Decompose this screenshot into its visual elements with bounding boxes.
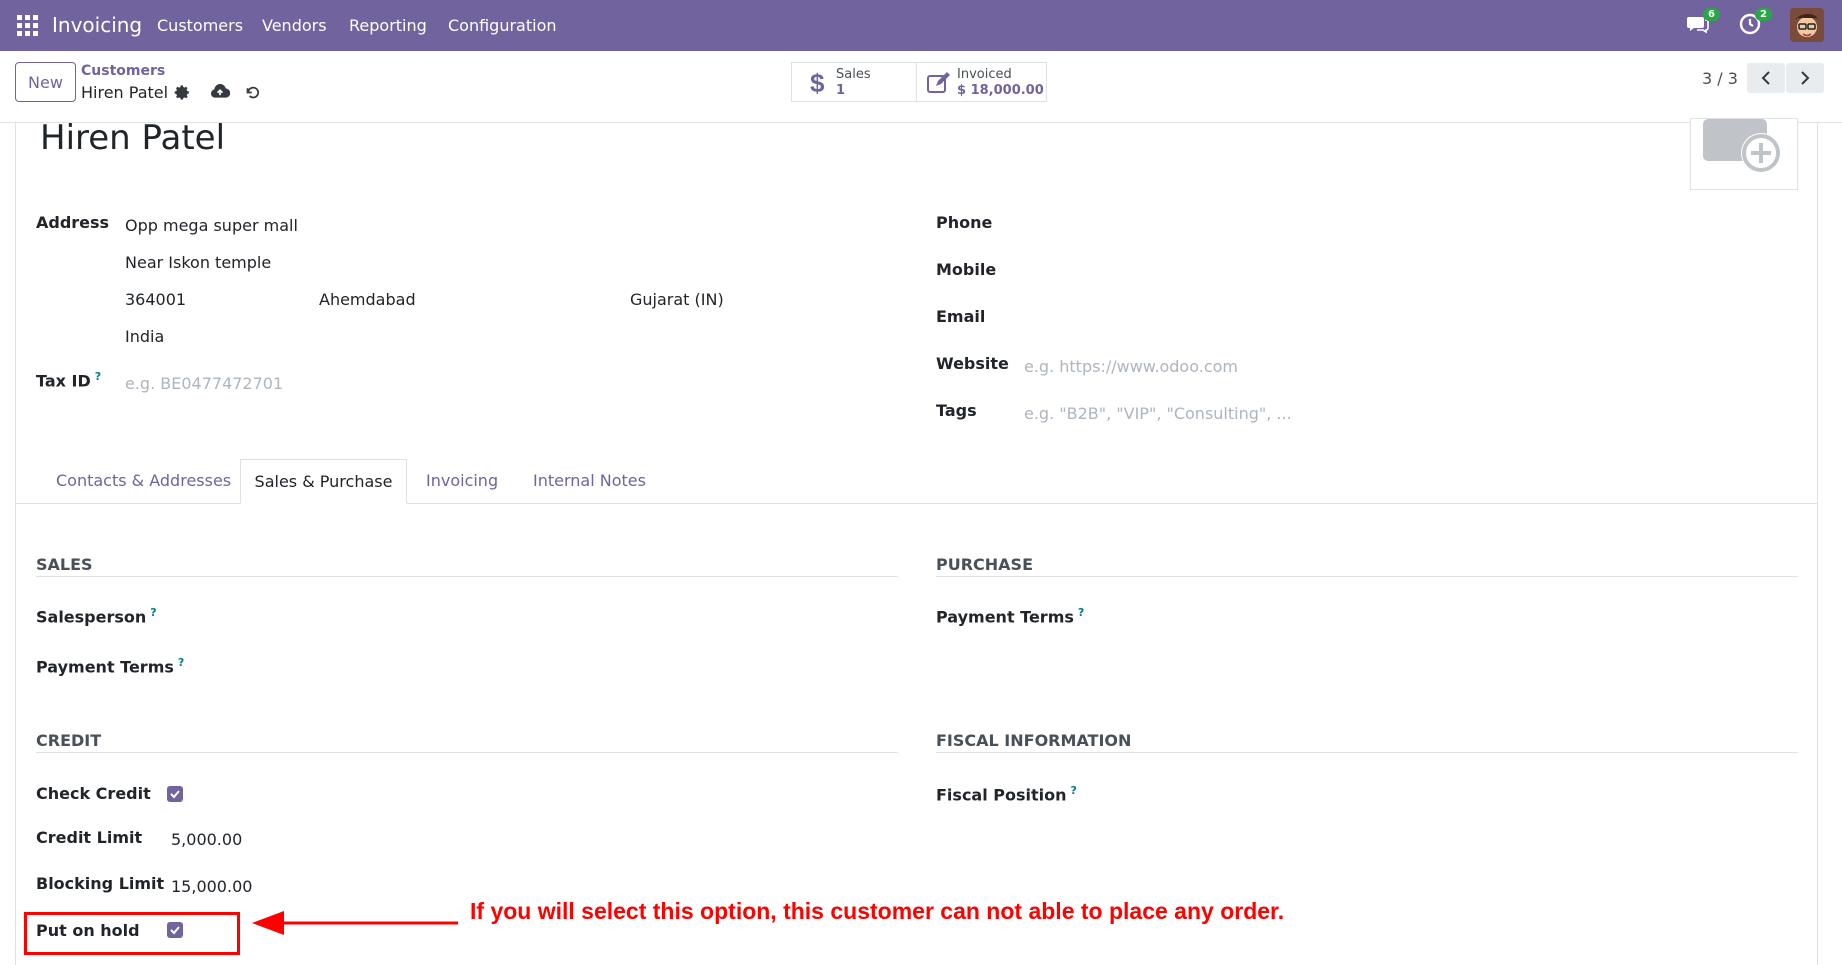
camera-plus-icon: [1703, 119, 1781, 173]
new-button[interactable]: New: [15, 62, 76, 102]
form-sheet: [15, 123, 1818, 965]
app-name[interactable]: Invoicing: [52, 13, 142, 37]
invoiced-stat-value: $ 18,000.00: [957, 83, 1044, 98]
messages-badge: 6: [1703, 8, 1720, 21]
sales-stat-value: 1: [836, 83, 846, 98]
credit-limit-label: Credit Limit: [36, 828, 143, 847]
help-tooltip-icon[interactable]: ?: [150, 606, 156, 619]
tags-label: Tags: [936, 401, 977, 420]
help-tooltip-icon[interactable]: ?: [95, 370, 101, 383]
breadcrumb-parent[interactable]: Customers: [81, 63, 165, 79]
help-tooltip-icon[interactable]: ?: [1078, 606, 1084, 619]
activities-badge: 2: [1755, 8, 1772, 21]
user-avatar[interactable]: [1790, 8, 1824, 42]
address-label: Address: [36, 213, 110, 232]
blocking-limit-label: Blocking Limit: [36, 874, 165, 893]
gear-icon[interactable]: [174, 84, 192, 102]
state-field[interactable]: Gujarat (IN): [630, 290, 724, 309]
breadcrumb-current: Hiren Patel: [81, 83, 169, 102]
check-credit-checkbox[interactable]: [167, 786, 183, 802]
purchase-section-title: PURCHASE: [936, 555, 1034, 574]
city-field[interactable]: Ahemdabad: [319, 290, 416, 309]
sales-divider: [36, 576, 898, 577]
discard-undo-icon[interactable]: [244, 84, 262, 102]
sales-stat-button[interactable]: $ Sales 1: [791, 62, 917, 102]
street2-field[interactable]: Near Iskon temple: [125, 253, 271, 272]
tab-contacts-addresses[interactable]: Contacts & Addresses: [56, 471, 231, 490]
sales-payment-terms-label: Payment Terms?: [36, 656, 185, 677]
purchase-divider: [936, 576, 1798, 577]
apps-menu-icon[interactable]: [17, 15, 38, 36]
messages-icon[interactable]: 6: [1686, 8, 1720, 38]
highlight-box: [24, 912, 240, 955]
credit-limit-field[interactable]: 5,000.00: [171, 830, 242, 849]
pager-previous-button[interactable]: [1747, 63, 1785, 93]
help-tooltip-icon[interactable]: ?: [1071, 784, 1077, 797]
svg-text:$: $: [810, 70, 825, 96]
chevron-right-icon: [1801, 71, 1810, 85]
invoiced-stat-button[interactable]: Invoiced $ 18,000.00: [916, 62, 1047, 102]
top-navbar: Invoicing Customers Vendors Reporting Co…: [0, 0, 1842, 51]
website-label: Website: [936, 354, 1009, 373]
chevron-left-icon: [1761, 71, 1770, 85]
menu-customers[interactable]: Customers: [157, 16, 243, 35]
tax-id-field[interactable]: e.g. BE0477472701: [125, 374, 283, 393]
menu-configuration[interactable]: Configuration: [448, 16, 557, 35]
checkmark-icon: [170, 790, 180, 799]
fiscal-section-title: FISCAL INFORMATION: [936, 731, 1132, 750]
tax-id-label: Tax ID?: [36, 370, 102, 391]
street-field[interactable]: Opp mega super mall: [125, 216, 298, 235]
country-field[interactable]: India: [125, 327, 164, 346]
tags-field[interactable]: e.g. "B2B", "VIP", "Consulting", ...: [1024, 404, 1292, 423]
sales-section-title: SALES: [36, 555, 93, 574]
invoiced-stat-label: Invoiced: [957, 67, 1012, 82]
credit-section-title: CREDIT: [36, 731, 102, 750]
zip-field[interactable]: 364001: [125, 290, 186, 309]
activities-clock-icon[interactable]: 2: [1738, 8, 1772, 38]
website-field[interactable]: e.g. https://www.odoo.com: [1024, 357, 1238, 376]
menu-vendors[interactable]: Vendors: [262, 16, 327, 35]
check-credit-label: Check Credit: [36, 784, 151, 803]
sales-stat-label: Sales: [836, 67, 871, 82]
credit-divider: [36, 752, 898, 753]
pager-next-button[interactable]: [1786, 63, 1824, 93]
tab-sales-purchase[interactable]: Sales & Purchase: [240, 459, 407, 504]
annotation-text: If you will select this option, this cus…: [470, 898, 1285, 924]
fiscal-divider: [936, 752, 1798, 753]
tab-invoicing[interactable]: Invoicing: [426, 471, 498, 490]
fiscal-position-label: Fiscal Position?: [936, 784, 1077, 805]
partner-name[interactable]: Hiren Patel: [40, 118, 225, 158]
email-label: Email: [936, 307, 986, 326]
mobile-label: Mobile: [936, 260, 997, 279]
annotation-arrow-icon: [252, 911, 458, 935]
control-panel: New Customers Hiren Patel $ Sales 1 Invo…: [0, 51, 1842, 123]
phone-label: Phone: [936, 213, 993, 232]
save-cloud-icon[interactable]: [210, 82, 231, 100]
salesperson-label: Salesperson?: [36, 606, 157, 627]
tab-internal-notes[interactable]: Internal Notes: [533, 471, 646, 490]
help-tooltip-icon[interactable]: ?: [178, 656, 184, 669]
purchase-payment-terms-label: Payment Terms?: [936, 606, 1085, 627]
blocking-limit-field[interactable]: 15,000.00: [171, 877, 252, 896]
pager-value[interactable]: 3 / 3: [1702, 69, 1738, 88]
avatar-upload[interactable]: [1690, 118, 1798, 190]
menu-reporting[interactable]: Reporting: [349, 16, 427, 35]
